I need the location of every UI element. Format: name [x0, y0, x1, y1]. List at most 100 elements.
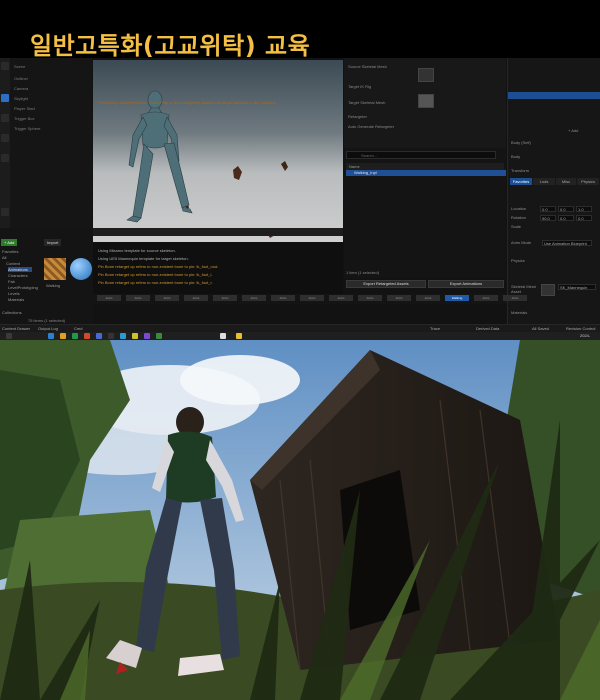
asset-thumbnail[interactable]: Anim: [358, 295, 382, 301]
asset-list-header[interactable]: Name: [346, 163, 504, 170]
tree-item[interactable]: Content: [6, 261, 20, 266]
asset-thumbnail[interactable]: Anim: [155, 295, 179, 301]
rotation-x-field[interactable]: 90.0: [540, 215, 556, 221]
mesh-paint-icon[interactable]: [1, 154, 9, 162]
folder-asset-tile[interactable]: [44, 258, 66, 280]
outliner-item[interactable]: Trigger Box: [14, 116, 90, 124]
location-z-field[interactable]: 1.0: [576, 206, 592, 212]
asset-list-row[interactable]: Walking_Inpl: [346, 170, 506, 176]
app-icon[interactable]: [236, 333, 242, 339]
search-placeholder: Search...: [361, 153, 378, 158]
tree-item[interactable]: LevelPrototyping: [8, 285, 38, 290]
asset-thumbnail[interactable]: Anim: [97, 295, 121, 301]
viewport-render: [126, 90, 288, 238]
details-row: Auto Generate Retargeter: [348, 124, 395, 129]
tree-item[interactable]: Fab: [8, 279, 15, 284]
outliner-item[interactable]: Skylight: [14, 96, 90, 104]
tree-item[interactable]: Favorites: [2, 249, 18, 254]
asset-thumbnail[interactable]: Anim: [126, 295, 150, 301]
log-line-warning: Pin Bone retarget op refers to non-exist…: [98, 272, 213, 277]
asset-thumbnail[interactable]: Anim: [184, 295, 208, 301]
select-mode-icon[interactable]: [1, 62, 9, 70]
app-icon[interactable]: [120, 333, 126, 339]
editor-window: Scene Outliner Camera Skylight Player St…: [0, 58, 600, 340]
selected-component-row[interactable]: [508, 92, 600, 99]
mesh-thumbnail[interactable]: [541, 284, 555, 296]
rotation-z-field[interactable]: 0.0: [576, 215, 592, 221]
app-icon[interactable]: [108, 333, 114, 339]
location-y-field[interactable]: 0.0: [558, 206, 574, 212]
asset-thumbnail[interactable]: Anim: [300, 295, 324, 301]
source-mesh-thumbnail[interactable]: [418, 68, 434, 82]
asset-thumbnail-strip: Anim Anim Anim Anim Anim Anim Anim Anim Anim Anim…: [93, 294, 527, 304]
tree-item[interactable]: All: [2, 255, 6, 260]
material-asset-tile[interactable]: [70, 258, 92, 280]
tab-favorites[interactable]: Favorites: [510, 178, 532, 185]
app-icon[interactable]: [48, 333, 54, 339]
landscape-mode-icon[interactable]: [1, 114, 9, 122]
unreal-engine-icon[interactable]: [220, 333, 226, 339]
outliner-item[interactable]: Trigger Sphere: [14, 126, 90, 134]
properties-row: Transform: [511, 168, 530, 173]
anim-mode-dropdown[interactable]: Use Animation Blueprint: [542, 240, 592, 246]
import-button[interactable]: Import: [44, 239, 62, 246]
asset-thumbnail[interactable]: Anim: [387, 295, 411, 301]
active-mode-icon[interactable]: [1, 94, 9, 102]
os-taskbar: 2024-: [0, 332, 600, 340]
app-icon[interactable]: [72, 333, 78, 339]
tree-item[interactable]: Characters: [8, 273, 28, 278]
viewport-hint-text: Previewing retargeted pose. Press Play t…: [98, 100, 277, 105]
materials-section[interactable]: Materials: [511, 310, 599, 316]
physics-label: Physics: [511, 258, 525, 263]
asset-thumbnail[interactable]: Anim: [242, 295, 266, 301]
log-line-warning: Pin Bone retarget op refers to non-exist…: [98, 264, 219, 269]
tree-item[interactable]: Materials: [8, 297, 24, 302]
foliage-mode-icon[interactable]: [1, 134, 9, 142]
start-icon[interactable]: [6, 333, 12, 339]
tab-lods[interactable]: Lods: [533, 178, 555, 185]
rotation-y-field[interactable]: 0.0: [558, 215, 574, 221]
title-banner: 일반고특화(고교위탁) 교육: [0, 0, 600, 60]
asset-thumbnail[interactable]: Anim: [503, 295, 527, 301]
outliner-item[interactable]: Camera: [14, 86, 90, 94]
asset-search-input[interactable]: Search...: [346, 151, 496, 159]
app-icon[interactable]: [96, 333, 102, 339]
details-row: Retargeter: [348, 114, 367, 119]
properties-row[interactable]: Body: [511, 154, 599, 160]
app-icon[interactable]: [156, 333, 162, 339]
asset-tile-label: Walking: [46, 283, 61, 288]
asset-thumbnail[interactable]: Anim: [213, 295, 237, 301]
asset-thumbnail[interactable]: Walking: [445, 295, 469, 301]
export-retargeted-button[interactable]: Export Retargeted Assets: [346, 280, 426, 288]
add-button[interactable]: + Add: [1, 239, 18, 246]
tab-misc[interactable]: Misc: [556, 178, 576, 185]
mesh-asset-field[interactable]: SK_Mannequin: [558, 284, 596, 290]
outliner-item[interactable]: Outliner: [14, 76, 90, 84]
details-row: Source Skeletal Mesh: [348, 64, 387, 69]
folder-icon[interactable]: [60, 333, 66, 339]
properties-row[interactable]: Body (Self): [511, 140, 599, 146]
tree-item[interactable]: Levels: [8, 291, 20, 296]
asset-thumbnail[interactable]: Anim: [416, 295, 440, 301]
outliner-item[interactable]: Scene: [14, 64, 90, 72]
target-mesh-thumbnail[interactable]: [418, 94, 434, 108]
outliner-item[interactable]: Player Start: [14, 106, 90, 114]
game-scene: [0, 340, 600, 700]
tab-physics[interactable]: Physics: [577, 178, 599, 185]
tree-item-selected[interactable]: Animations: [8, 267, 32, 272]
scale-label: Scale: [511, 224, 522, 229]
browser-icon[interactable]: [84, 333, 90, 339]
details-row: Target IK Rig: [348, 84, 372, 89]
export-animations-button[interactable]: Export Animations: [428, 280, 504, 288]
asset-thumbnail[interactable]: Anim: [329, 295, 353, 301]
app-icon[interactable]: [144, 333, 150, 339]
selection-count: 1 item (1 selected): [346, 270, 379, 275]
modeling-mode-icon[interactable]: [1, 208, 9, 216]
asset-thumbnail[interactable]: Anim: [271, 295, 295, 301]
collections-header[interactable]: Collections: [2, 310, 22, 315]
location-x-field[interactable]: 0.0: [540, 206, 556, 212]
add-component-button[interactable]: + Add: [568, 128, 598, 134]
retarget-viewport[interactable]: Previewing retargeted pose. Press Play t…: [93, 60, 343, 242]
asset-thumbnail[interactable]: Anim: [474, 295, 498, 301]
app-icon[interactable]: [132, 333, 138, 339]
